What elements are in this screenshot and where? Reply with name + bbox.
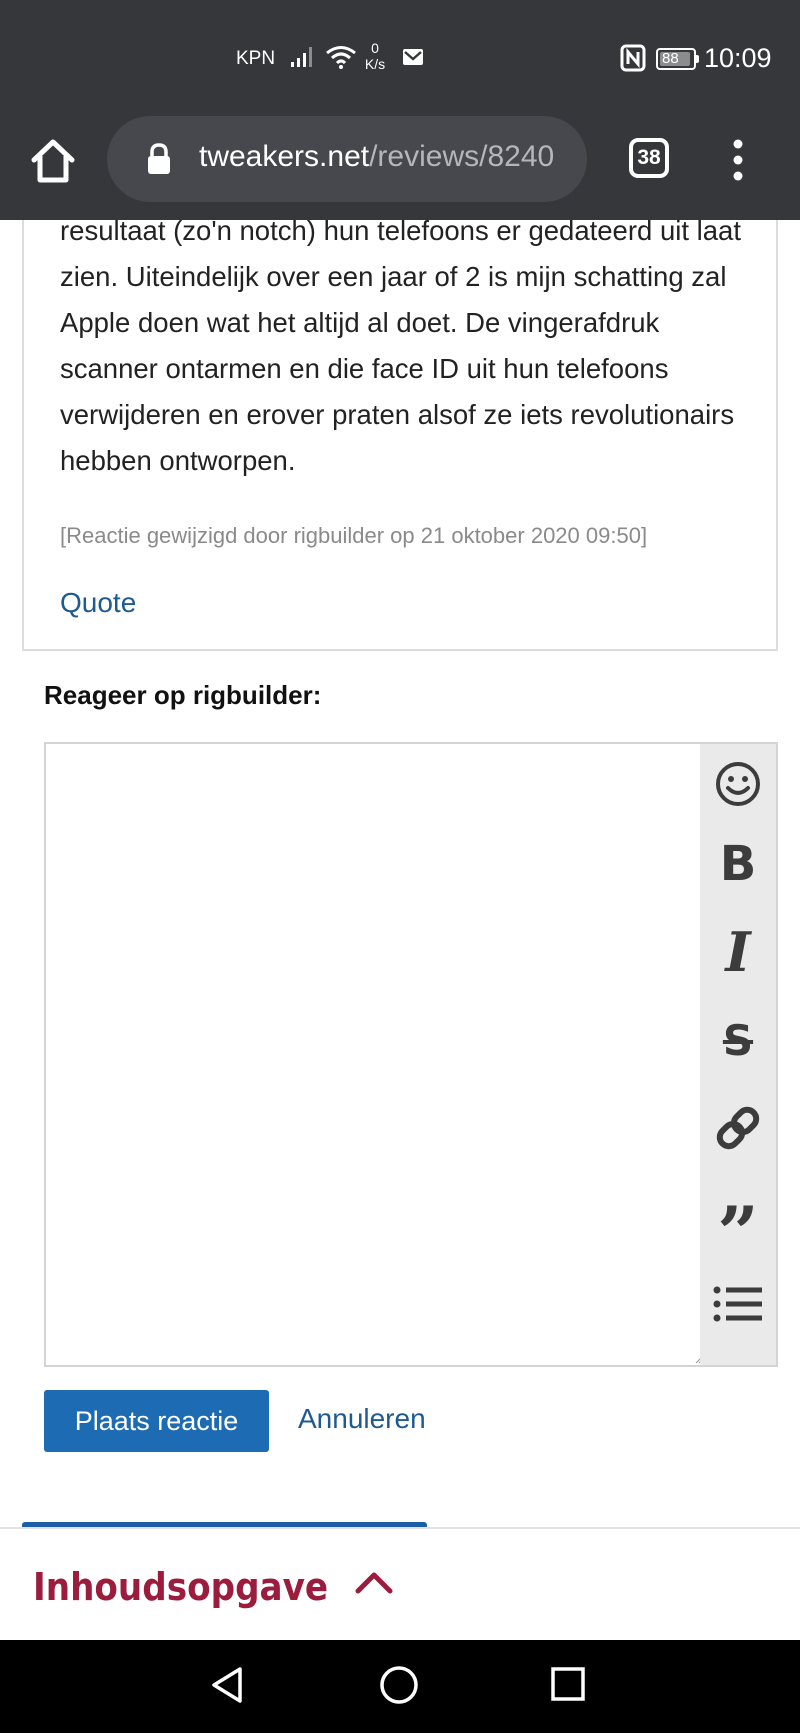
address-bar[interactable]: tweakers.net/reviews/8240 [107,116,587,202]
list-button[interactable] [700,1264,776,1344]
nfc-icon [620,44,646,72]
url-path: /reviews/8240 [369,140,555,173]
reply-textarea[interactable] [46,744,702,1365]
browser-toolbar: tweakers.net/reviews/8240 38 [0,116,800,220]
home-icon[interactable] [30,136,76,186]
italic-button[interactable]: I [700,912,776,992]
link-icon [716,1106,760,1150]
status-bar: KPN 0 K/s 88 10:09 [0,0,800,116]
emoji-icon [716,762,760,806]
italic-icon: I [725,920,751,984]
list-icon [713,1286,762,1322]
battery-level: 88 [662,50,679,67]
quote-icon: ” [717,1190,759,1275]
toc-bar[interactable]: Inhoudsopgave [0,1527,800,1640]
home-nav-icon[interactable] [379,1665,419,1705]
bold-button[interactable]: B [700,824,776,904]
reply-editor: B I S ” [44,742,778,1367]
emoji-button[interactable] [700,744,776,824]
recent-apps-icon[interactable] [551,1667,585,1701]
battery-icon: 88 [656,48,699,70]
overflow-menu-icon[interactable] [730,138,746,182]
cancel-link[interactable]: Annuleren [298,1403,426,1435]
quote-link[interactable]: Quote [60,587,136,619]
link-button[interactable] [700,1088,776,1168]
mail-icon [403,49,423,65]
comment-body: resultaat (zo'n notch) hun telefoons er … [60,215,741,476]
bold-icon: B [719,836,757,892]
lock-icon [148,143,170,174]
back-icon[interactable] [209,1665,245,1705]
formatting-toolbar: B I S ” [700,744,776,1365]
reply-heading: Reageer op rigbuilder: [44,680,322,710]
url-host: tweakers.net [199,140,370,173]
network-speed: 0 K/s [364,40,386,72]
url-text: tweakers.net/reviews/8240 [199,140,565,174]
strikethrough-button[interactable]: S [700,1000,776,1080]
toc-label: Inhoudsopgave [33,1565,329,1609]
clock: 10:09 [704,43,772,73]
edit-note: [Reactie gewijzigd door rigbuilder op 21… [60,523,648,548]
screen: KPN 0 K/s 88 10:09 tweakers.net/reviews/… [0,0,800,1733]
wifi-icon [326,46,356,69]
carrier-label: KPN [236,48,276,69]
quote-button[interactable]: ” [700,1176,776,1269]
submit-reply-button[interactable]: Plaats reactie [44,1390,269,1452]
chevron-up-icon[interactable] [354,1569,394,1595]
comment-card: resultaat (zo'n notch) hun telefoons er … [22,215,778,651]
tab-switcher-button[interactable]: 38 [629,138,669,178]
system-navigation-bar [0,1640,800,1733]
strikethrough-icon: S [722,1015,754,1065]
signal-icon [291,47,312,67]
